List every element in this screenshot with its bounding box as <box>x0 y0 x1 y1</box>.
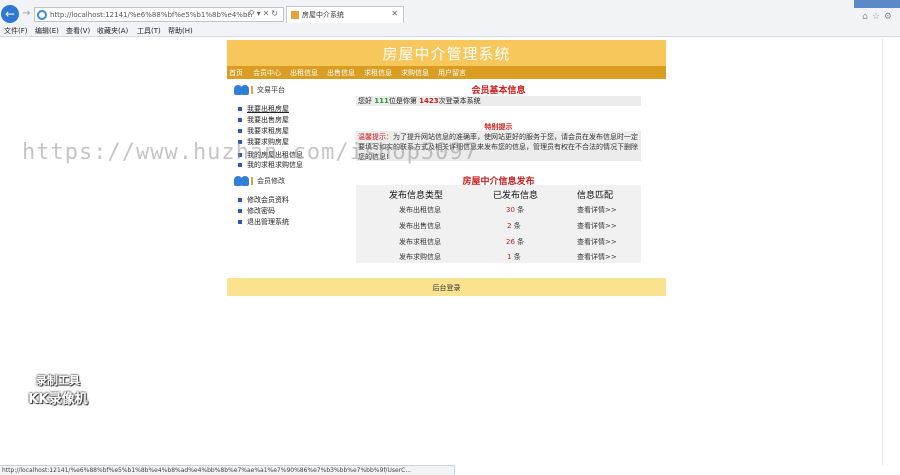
row-count: 1 条 <box>507 252 521 262</box>
window-controls[interactable] <box>854 0 900 8</box>
nav-home[interactable]: 首页 <box>229 68 243 78</box>
ie-icon <box>37 10 47 20</box>
tab-close-icon[interactable]: ✕ <box>391 9 398 18</box>
users-icon <box>234 85 250 95</box>
row-count-unit: 条 <box>513 253 521 261</box>
admin-login-link[interactable]: 后台登录 <box>227 283 666 293</box>
member-heading: 会员修改 <box>234 176 285 186</box>
menu-file[interactable]: 文件(F) <box>4 26 28 36</box>
address-tools-icon[interactable]: ⚲▾✕↻ <box>249 9 280 18</box>
sidebar-link-label[interactable]: 修改会员资料 <box>247 196 289 204</box>
view-details-link[interactable]: 查看详情>> <box>577 221 617 231</box>
sidebar-link-want-rent[interactable]: 我要求租房屋 <box>238 126 289 136</box>
row-type: 发布求租信息 <box>399 238 441 246</box>
row-count-unit: 条 <box>517 206 525 214</box>
sidebar-link-rent-out[interactable]: 我要出租房屋 <box>238 104 289 114</box>
row-type: 发布出租信息 <box>399 206 441 214</box>
menu-bar: 文件(F) 编辑(E) 查看(V) 收藏夹(A) 工具(T) 帮助(H) <box>0 25 900 37</box>
nav-rent-info[interactable]: 出租信息 <box>290 68 318 78</box>
kk-logo-line2: KK录像机 <box>28 392 88 407</box>
row-count: 2 条 <box>507 221 521 231</box>
sidebar-link-edit-profile[interactable]: 修改会员资料 <box>238 195 289 205</box>
address-url[interactable]: http://localhost:12141/%e6%88%bf%e5%b1%8… <box>50 10 250 20</box>
table-header-match: 信息匹配 <box>577 191 614 201</box>
sidebar-link-label[interactable]: 我要出售房屋 <box>247 116 289 124</box>
row-count-value: 26 <box>506 238 515 246</box>
row-count-unit: 条 <box>517 238 525 246</box>
home-star-gear-icons[interactable]: ⌂☆⚙ <box>862 12 896 22</box>
browser-chrome: ← → http://localhost:12141/%e6%88%bf%e5%… <box>0 0 900 37</box>
member-suffix-text: 次登录本系统 <box>438 97 481 105</box>
member-heading-label: 会员修改 <box>257 177 285 185</box>
sidebar-link-label[interactable]: 退出管理系统 <box>247 218 289 226</box>
status-bar: http://localhost:12141/%e6%88%bf%e5%b1%8… <box>0 465 455 475</box>
table-header-count: 已发布信息 <box>493 191 539 201</box>
view-details-link[interactable]: 查看详情>> <box>577 205 617 215</box>
row-count-unit: 条 <box>513 222 521 230</box>
back-button[interactable]: ← <box>1 5 19 23</box>
favicon-icon <box>291 11 299 19</box>
sidebar-link-label[interactable]: 我要求租房屋 <box>247 127 289 135</box>
nav-want-buy[interactable]: 求购信息 <box>401 68 429 78</box>
member-mid-text: 位是你第 <box>388 97 417 105</box>
kk-recorder-logo: 录制工具 KK录像机 <box>18 372 98 407</box>
row-count: 30 条 <box>506 205 524 215</box>
trade-heading: 交易平台 <box>234 85 285 95</box>
member-info-row: 您好 111位是你第 1423次登录本系统 <box>356 96 641 106</box>
menu-tools[interactable]: 工具(T) <box>137 26 161 36</box>
member-count: 111 <box>374 97 389 105</box>
greeting-text: 您好 <box>358 97 372 105</box>
nav-sale-info[interactable]: 出售信息 <box>327 68 355 78</box>
row-type: 发布求购信息 <box>399 253 441 261</box>
site-nav: 首页 会员中心 出租信息 出售信息 求租信息 求购信息 用户留言 <box>227 66 666 79</box>
row-type: 发布出售信息 <box>399 222 441 230</box>
kk-logo-line1: 录制工具 <box>36 374 80 387</box>
member-info-title: 会员基本信息 <box>471 86 526 96</box>
watermark: https://www.huzhan.com/ishop5097 <box>22 140 478 165</box>
row-count-value: 30 <box>506 206 515 214</box>
sidebar-link-label[interactable]: 修改密码 <box>247 207 275 215</box>
sidebar-link-change-password[interactable]: 修改密码 <box>238 206 275 216</box>
users-icon <box>234 176 250 186</box>
tab-title: 房屋中介系统 <box>302 11 344 19</box>
nav-messages[interactable]: 用户留言 <box>438 68 466 78</box>
address-bar[interactable]: http://localhost:12141/%e6%88%bf%e5%b1%8… <box>34 7 284 22</box>
menu-help[interactable]: 帮助(H) <box>168 26 193 36</box>
row-count: 26 条 <box>506 237 524 247</box>
row-count-value: 1 <box>507 253 512 261</box>
nav-member-center[interactable]: 会员中心 <box>253 68 281 78</box>
table-header-type: 发布信息类型 <box>389 191 444 201</box>
browser-tab[interactable]: 房屋中介系统 ✕ <box>286 6 404 23</box>
view-details-link[interactable]: 查看详情>> <box>577 252 617 262</box>
view-details-link[interactable]: 查看详情>> <box>577 237 617 247</box>
menu-edit[interactable]: 编辑(E) <box>35 26 59 36</box>
page-scrollbar[interactable] <box>882 38 899 465</box>
sidebar-link-sell[interactable]: 我要出售房屋 <box>238 115 289 125</box>
sidebar-link-label[interactable]: 我要出租房屋 <box>247 105 289 113</box>
row-count-value: 2 <box>507 222 512 230</box>
menu-favorites[interactable]: 收藏夹(A) <box>97 26 128 36</box>
nav-want-rent[interactable]: 求租信息 <box>364 68 392 78</box>
footer: 后台登录 <box>227 278 666 296</box>
forward-button[interactable]: → <box>22 8 32 20</box>
menu-view[interactable]: 查看(V) <box>66 26 90 36</box>
site-header: 房屋中介管理系统 <box>227 40 666 66</box>
trade-heading-label: 交易平台 <box>257 86 285 94</box>
login-count: 1423 <box>419 97 439 105</box>
site-title: 房屋中介管理系统 <box>382 45 511 63</box>
sidebar-link-logout[interactable]: 退出管理系统 <box>238 217 289 227</box>
